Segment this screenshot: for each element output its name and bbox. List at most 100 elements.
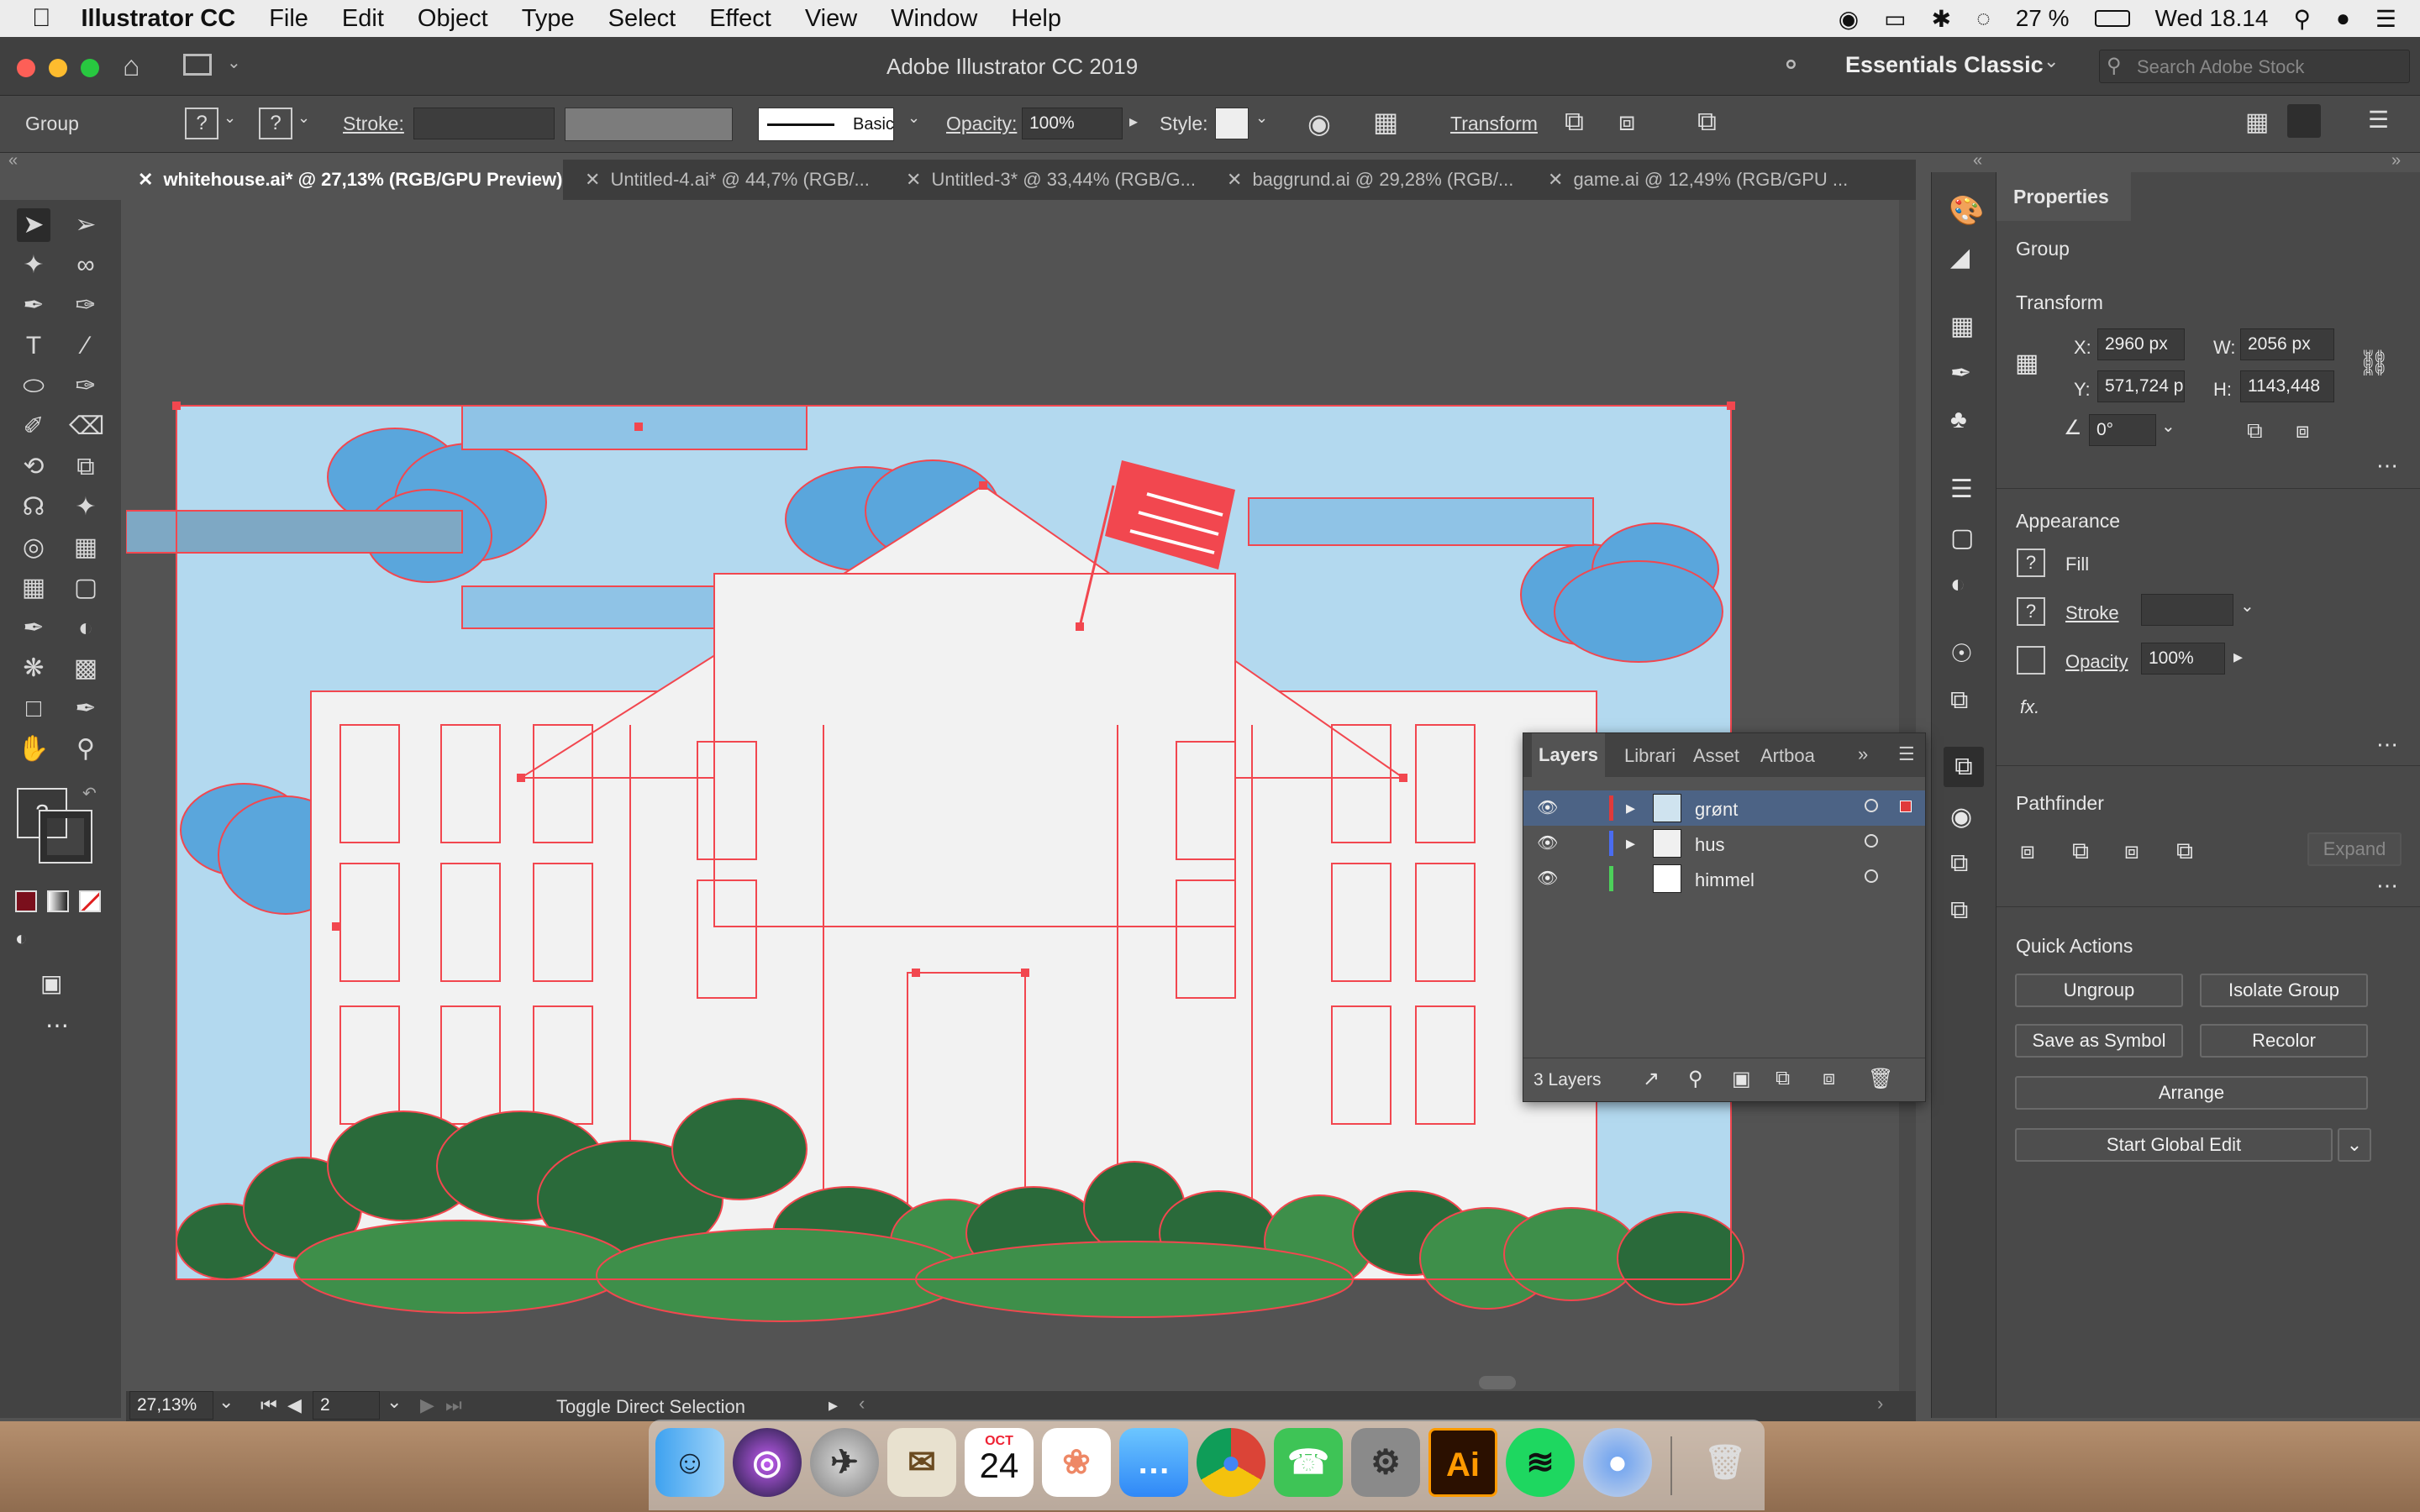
selection-tool-icon[interactable]: ➤ — [17, 208, 50, 242]
new-sublayer-icon[interactable]: ⧉ — [1776, 1067, 1790, 1090]
global-edit-options-button[interactable]: ⌄ — [2338, 1128, 2371, 1162]
chrome-icon[interactable]: ● — [1197, 1428, 1265, 1497]
more-options-icon[interactable]: ⋯ — [2376, 453, 2398, 479]
tab-layers[interactable]: Layers — [1532, 733, 1605, 777]
messages-icon[interactable]: … — [1119, 1428, 1188, 1497]
layers-icon[interactable]: ⧉ — [1944, 747, 1984, 787]
new-layer-icon[interactable]: ⧈ — [1823, 1067, 1835, 1090]
flip-vertical-icon[interactable]: ⧈ — [2296, 417, 2310, 444]
menu-object[interactable]: Object — [418, 5, 488, 33]
workspace-switcher[interactable]: Essentials Classic — [1845, 52, 2044, 78]
status-arrow-icon[interactable]: ▸ — [829, 1394, 838, 1416]
more-tabs-icon[interactable]: » — [1858, 743, 1868, 765]
w-field[interactable]: 2056 px — [2240, 328, 2334, 360]
swap-arrow-icon[interactable]: ↶ — [82, 783, 97, 804]
stroke-weight-field[interactable] — [2141, 594, 2233, 626]
photos-icon[interactable]: ❀ — [1042, 1428, 1111, 1497]
menu-select[interactable]: Select — [608, 5, 676, 33]
workspace-chevron-icon[interactable]: ⌄ — [2044, 50, 2059, 72]
collect-export-icon[interactable]: ↗ — [1643, 1067, 1660, 1091]
layer-row-groent[interactable]: 👁 ▸ grønt — [1523, 790, 1925, 826]
arrange-documents-icon[interactable]: ▦ — [2245, 108, 2269, 137]
puppet-warp-tool-icon[interactable]: ✦ — [69, 491, 103, 524]
symbol-sprayer-tool-icon[interactable]: ❋ — [17, 652, 50, 685]
brush-chevron-icon[interactable]: ⌄ — [908, 109, 920, 127]
screen-mode-icon[interactable]: ▣ — [40, 969, 62, 997]
rotate-tool-icon[interactable]: ⟲ — [17, 450, 50, 484]
zoom-tool-icon[interactable]: ⚲ — [69, 732, 103, 766]
draw-normal-icon[interactable]: ◐ — [15, 927, 28, 951]
first-artboard-icon[interactable]: ⏮ — [260, 1394, 277, 1416]
zoom-window-button[interactable] — [81, 59, 99, 77]
minimize-window-button[interactable] — [49, 59, 67, 77]
artboard-tool-icon[interactable]: □ — [17, 692, 50, 726]
stroke-swatch[interactable]: ? — [259, 108, 292, 139]
mail-icon[interactable]: ✉ — [887, 1428, 956, 1497]
next-artboard-icon[interactable]: ▶ — [420, 1394, 434, 1416]
eraser-tool-icon[interactable]: ⌫ — [69, 410, 104, 444]
prev-artboard-icon[interactable]: ◀ — [287, 1394, 302, 1416]
expand-chevron-icon[interactable]: ▸ — [1626, 832, 1635, 854]
artboard-chevron-icon[interactable]: ⌄ — [387, 1391, 402, 1413]
h-field[interactable]: 1143,448 — [2240, 370, 2334, 402]
spotify-icon[interactable]: ≋ — [1506, 1428, 1575, 1497]
stroke-question-swatch[interactable]: ? — [2017, 597, 2045, 626]
target-circle-icon[interactable] — [1865, 869, 1878, 883]
fx-icon[interactable]: fx. — [2020, 696, 2039, 718]
tab-untitled-3[interactable]: ✕ Untitled-3* @ 33,44% (RGB/G... — [894, 160, 1213, 200]
hand-tool-icon[interactable]: ✋ — [17, 732, 50, 766]
curvature-tool-icon[interactable]: ✑ — [69, 289, 103, 323]
siri-icon[interactable]: ● — [2336, 5, 2350, 32]
panel-toggle-icon[interactable] — [2287, 104, 2321, 138]
close-icon[interactable]: ✕ — [906, 169, 921, 190]
chevron-down-icon[interactable]: ⌄ — [227, 52, 241, 73]
slice-tool-icon[interactable]: ✒ — [69, 692, 103, 726]
collapse-left-icon[interactable]: « — [8, 151, 18, 171]
more-tools-icon[interactable]: ⋯ — [45, 1011, 69, 1039]
target-circle-icon[interactable] — [1865, 799, 1878, 812]
target-circle-icon[interactable] — [1865, 834, 1878, 848]
launchpad-icon[interactable]: ✈ — [810, 1428, 879, 1497]
home-icon[interactable]: ⌂ — [123, 50, 140, 83]
line-tool-icon[interactable]: ∕ — [69, 329, 103, 363]
tab-properties[interactable]: Properties — [1996, 172, 2131, 221]
layer-row-hus[interactable]: 👁 ▸ hus — [1523, 826, 1925, 861]
pen-tool-icon[interactable]: ✒ — [17, 289, 50, 323]
menu-window[interactable]: Window — [891, 5, 977, 33]
expand-chevron-icon[interactable]: ▸ — [1626, 797, 1635, 819]
trash-icon[interactable]: 🗑 — [1691, 1428, 1760, 1497]
unite-icon[interactable]: ⧈ — [2020, 837, 2035, 865]
flip-horizontal-icon[interactable]: ⧉ — [2247, 417, 2263, 444]
more-options-icon[interactable]: ⋯ — [2376, 732, 2398, 758]
selected-art-indicator[interactable] — [1900, 801, 1912, 812]
menu-effect[interactable]: Effect — [709, 5, 771, 33]
layer-name[interactable]: hus — [1695, 834, 1724, 856]
creative-cloud-icon[interactable]: ◉ — [1839, 5, 1859, 33]
ungroup-button[interactable]: Ungroup — [2015, 974, 2183, 1007]
menu-edit[interactable]: Edit — [342, 5, 384, 33]
constrain-proportions-icon[interactable]: ⛓ — [2358, 349, 2390, 378]
close-icon[interactable]: ✕ — [1548, 169, 1563, 190]
transparency-icon[interactable]: ◐ — [1950, 570, 1965, 599]
close-icon[interactable]: ✕ — [138, 169, 153, 190]
app-menu[interactable]: Illustrator CC — [82, 5, 236, 33]
stroke-label[interactable]: Stroke: — [343, 113, 404, 135]
facetime-icon[interactable]: ☎ — [1274, 1428, 1343, 1497]
layer-name[interactable]: grønt — [1695, 799, 1738, 821]
stroke-panel-icon[interactable]: ☰ — [1950, 475, 1973, 504]
recolor-artwork-icon[interactable]: ◉ — [1307, 108, 1331, 139]
blend-tool-icon[interactable]: ◐ — [69, 612, 103, 645]
arrange-button[interactable]: Arrange — [2015, 1076, 2368, 1110]
opacity-label[interactable]: Opacity: — [946, 113, 1017, 135]
shape-builder-tool-icon[interactable]: ◎ — [17, 531, 50, 564]
x-field[interactable]: 2960 px — [2097, 328, 2185, 360]
recolor-button[interactable]: Recolor — [2200, 1024, 2368, 1058]
opacity-arrow-icon[interactable]: ▸ — [1129, 111, 1138, 132]
transform-icon[interactable]: ⧉ — [1565, 106, 1584, 138]
align-grid-icon[interactable]: ▦ — [1373, 106, 1398, 138]
color-palette-icon[interactable]: 🎨 — [1949, 194, 1984, 228]
panel-menu-icon[interactable]: ☰ — [1898, 743, 1915, 765]
menu-help[interactable]: Help — [1011, 5, 1061, 33]
tab-artboards[interactable]: Artboa — [1760, 745, 1815, 767]
last-artboard-icon[interactable]: ⏭ — [445, 1394, 462, 1416]
